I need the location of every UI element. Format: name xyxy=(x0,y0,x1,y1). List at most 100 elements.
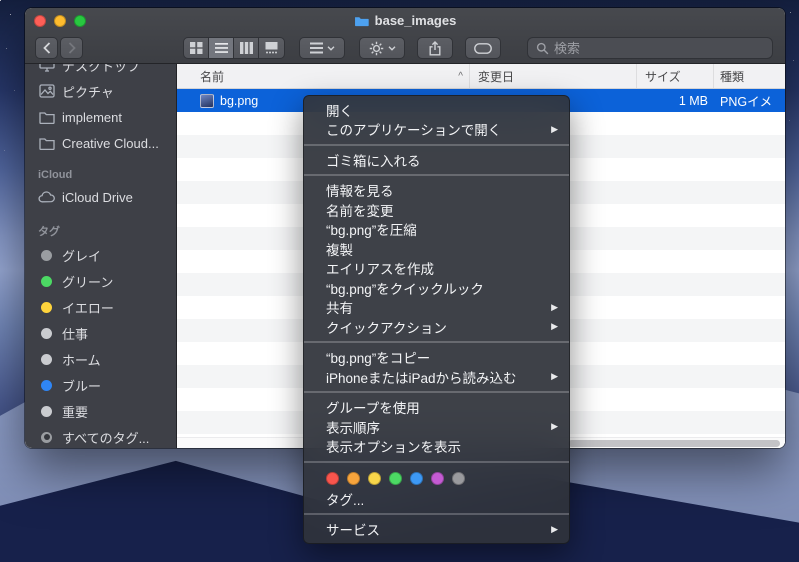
sidebar-item-label: イエロー xyxy=(62,300,114,316)
submenu-arrow-icon: ▶ xyxy=(551,301,558,312)
icon-view-button[interactable] xyxy=(184,38,209,58)
sidebar-item-label: Creative Cloud... xyxy=(62,135,159,151)
menu-item-services[interactable]: サービス ▶ xyxy=(304,520,569,540)
menu-item-import-from-iphone[interactable]: iPhoneまたはiPadから読み込む ▶ xyxy=(304,367,569,387)
menu-tag-color-blue[interactable] xyxy=(410,471,423,485)
menu-item-open-with[interactable]: このアプリケーションで開く ▶ xyxy=(304,120,569,140)
sidebar: デスクトップ ピクチャ implement Creative Cloud... … xyxy=(25,64,177,448)
sidebar-item-desktop[interactable]: デスクトップ xyxy=(25,64,176,78)
zoom-button[interactable] xyxy=(74,14,86,27)
search-input[interactable] xyxy=(554,40,764,56)
menu-item-use-groups[interactable]: グループを使用 xyxy=(304,398,569,418)
desktop-icon xyxy=(38,64,55,74)
group-by-button[interactable] xyxy=(299,37,345,59)
gallery-view-button[interactable] xyxy=(259,38,284,58)
file-name: bg.png xyxy=(220,93,259,108)
column-header-modified[interactable]: 変更日 xyxy=(470,64,637,88)
close-button[interactable] xyxy=(34,14,46,27)
sidebar-item-label: グレイ xyxy=(62,248,102,264)
sidebar-tag-blue[interactable]: ブルー xyxy=(25,372,176,398)
menu-separator xyxy=(304,460,569,463)
minimize-button[interactable] xyxy=(54,14,66,27)
column-header-name[interactable]: 名前 ^ xyxy=(177,64,470,88)
folder-icon xyxy=(38,135,55,152)
menu-item-make-alias[interactable]: エイリアスを作成 xyxy=(304,259,569,279)
sidebar-item-label: iCloud Drive xyxy=(62,189,133,205)
view-mode-segmented-control xyxy=(183,37,285,59)
menu-separator xyxy=(304,143,569,146)
menu-tag-color-purple[interactable] xyxy=(431,471,444,485)
sidebar-item-label: すべてのタグ... xyxy=(62,430,150,446)
menu-item-rename[interactable]: 名前を変更 xyxy=(304,200,569,220)
search-field[interactable] xyxy=(527,37,773,59)
menu-tag-color-orange[interactable] xyxy=(347,471,360,485)
menu-item-copy[interactable]: “bg.png”をコピー xyxy=(304,348,569,368)
menu-item-sort-by[interactable]: 表示順序 ▶ xyxy=(304,417,569,437)
submenu-arrow-icon: ▶ xyxy=(551,371,558,382)
menu-tag-color-red[interactable] xyxy=(326,471,339,485)
sidebar-tag-work[interactable]: 仕事 xyxy=(25,320,176,346)
menu-item-compress[interactable]: “bg.png”を圧縮 xyxy=(304,220,569,240)
sidebar-item-pictures[interactable]: ピクチャ xyxy=(25,78,176,104)
pictures-icon xyxy=(38,83,55,100)
back-button[interactable] xyxy=(35,37,58,59)
menu-tag-color-gray[interactable] xyxy=(452,471,465,485)
sidebar-item-icloud-drive[interactable]: iCloud Drive xyxy=(25,184,176,210)
tag-dot-blue xyxy=(41,379,52,391)
tag-oval-icon xyxy=(474,42,492,54)
menu-item-share[interactable]: 共有 ▶ xyxy=(304,298,569,318)
sidebar-tag-green[interactable]: グリーン xyxy=(25,268,176,294)
column-header-size[interactable]: サイズ xyxy=(637,64,714,88)
horizontal-scrollbar-thumb[interactable] xyxy=(568,440,780,447)
menu-item-open[interactable]: 開く xyxy=(304,100,569,120)
forward-button[interactable] xyxy=(60,37,83,59)
sidebar-tag-all-tags[interactable]: すべてのタグ... xyxy=(25,424,176,448)
window-title-text: base_images xyxy=(374,13,457,28)
menu-item-tags[interactable]: タグ... xyxy=(304,489,569,509)
sidebar-item-creative-cloud[interactable]: Creative Cloud... xyxy=(25,130,176,156)
toolbar xyxy=(25,33,785,63)
menu-item-duplicate[interactable]: 複製 xyxy=(304,239,569,259)
menu-tag-color-yellow[interactable] xyxy=(368,471,381,485)
column-header-kind[interactable]: 種類 xyxy=(714,64,785,88)
search-icon xyxy=(536,42,549,54)
share-button[interactable] xyxy=(417,37,453,59)
folder-icon xyxy=(38,109,55,126)
sidebar-tag-important[interactable]: 重要 xyxy=(25,398,176,424)
sidebar-tag-yellow[interactable]: イエロー xyxy=(25,294,176,320)
tag-dot-work xyxy=(41,327,52,339)
tag-dot-home xyxy=(41,353,52,365)
menu-item-move-to-trash[interactable]: ゴミ箱に入れる xyxy=(304,150,569,170)
sidebar-tag-gray[interactable]: グレイ xyxy=(25,242,176,268)
submenu-arrow-icon: ▶ xyxy=(551,523,558,534)
submenu-arrow-icon: ▶ xyxy=(551,123,558,134)
tag-dot-all-tags xyxy=(41,431,52,443)
gear-icon xyxy=(369,41,383,55)
share-icon xyxy=(429,40,441,55)
file-kind-cell: PNGイメ xyxy=(720,95,773,109)
chevron-down-icon xyxy=(327,45,334,51)
title-bar[interactable]: base_images xyxy=(25,8,785,33)
sidebar-item-label: ブルー xyxy=(62,378,102,394)
sidebar-item-label: グリーン xyxy=(62,274,114,290)
desktop-wallpaper: base_images 検索 デスクトップ ピクチャ implement Cre… xyxy=(0,0,799,562)
menu-tag-color-green[interactable] xyxy=(389,471,402,485)
menu-item-quick-look[interactable]: “bg.png”をクイックルック xyxy=(304,278,569,298)
menu-separator xyxy=(304,391,569,393)
action-gear-button[interactable] xyxy=(359,37,405,59)
sidebar-item-implement[interactable]: implement xyxy=(25,104,176,130)
window-chrome: base_images xyxy=(25,8,785,64)
submenu-arrow-icon: ▶ xyxy=(551,321,558,332)
menu-item-show-view-options[interactable]: 表示オプションを表示 xyxy=(304,437,569,457)
menu-separator xyxy=(304,341,569,343)
file-size-cell: 1 MB xyxy=(678,93,708,108)
menu-item-get-info[interactable]: 情報を見る xyxy=(304,181,569,201)
menu-tag-colors xyxy=(304,467,569,489)
menu-item-quick-actions[interactable]: クイックアクション ▶ xyxy=(304,317,569,337)
list-view-button[interactable] xyxy=(209,38,234,58)
sidebar-section-tags: タグ xyxy=(38,226,60,238)
column-view-button[interactable] xyxy=(234,38,259,58)
edit-tags-button[interactable] xyxy=(465,37,501,59)
sidebar-tag-home[interactable]: ホーム xyxy=(25,346,176,372)
nav-buttons xyxy=(35,37,83,59)
